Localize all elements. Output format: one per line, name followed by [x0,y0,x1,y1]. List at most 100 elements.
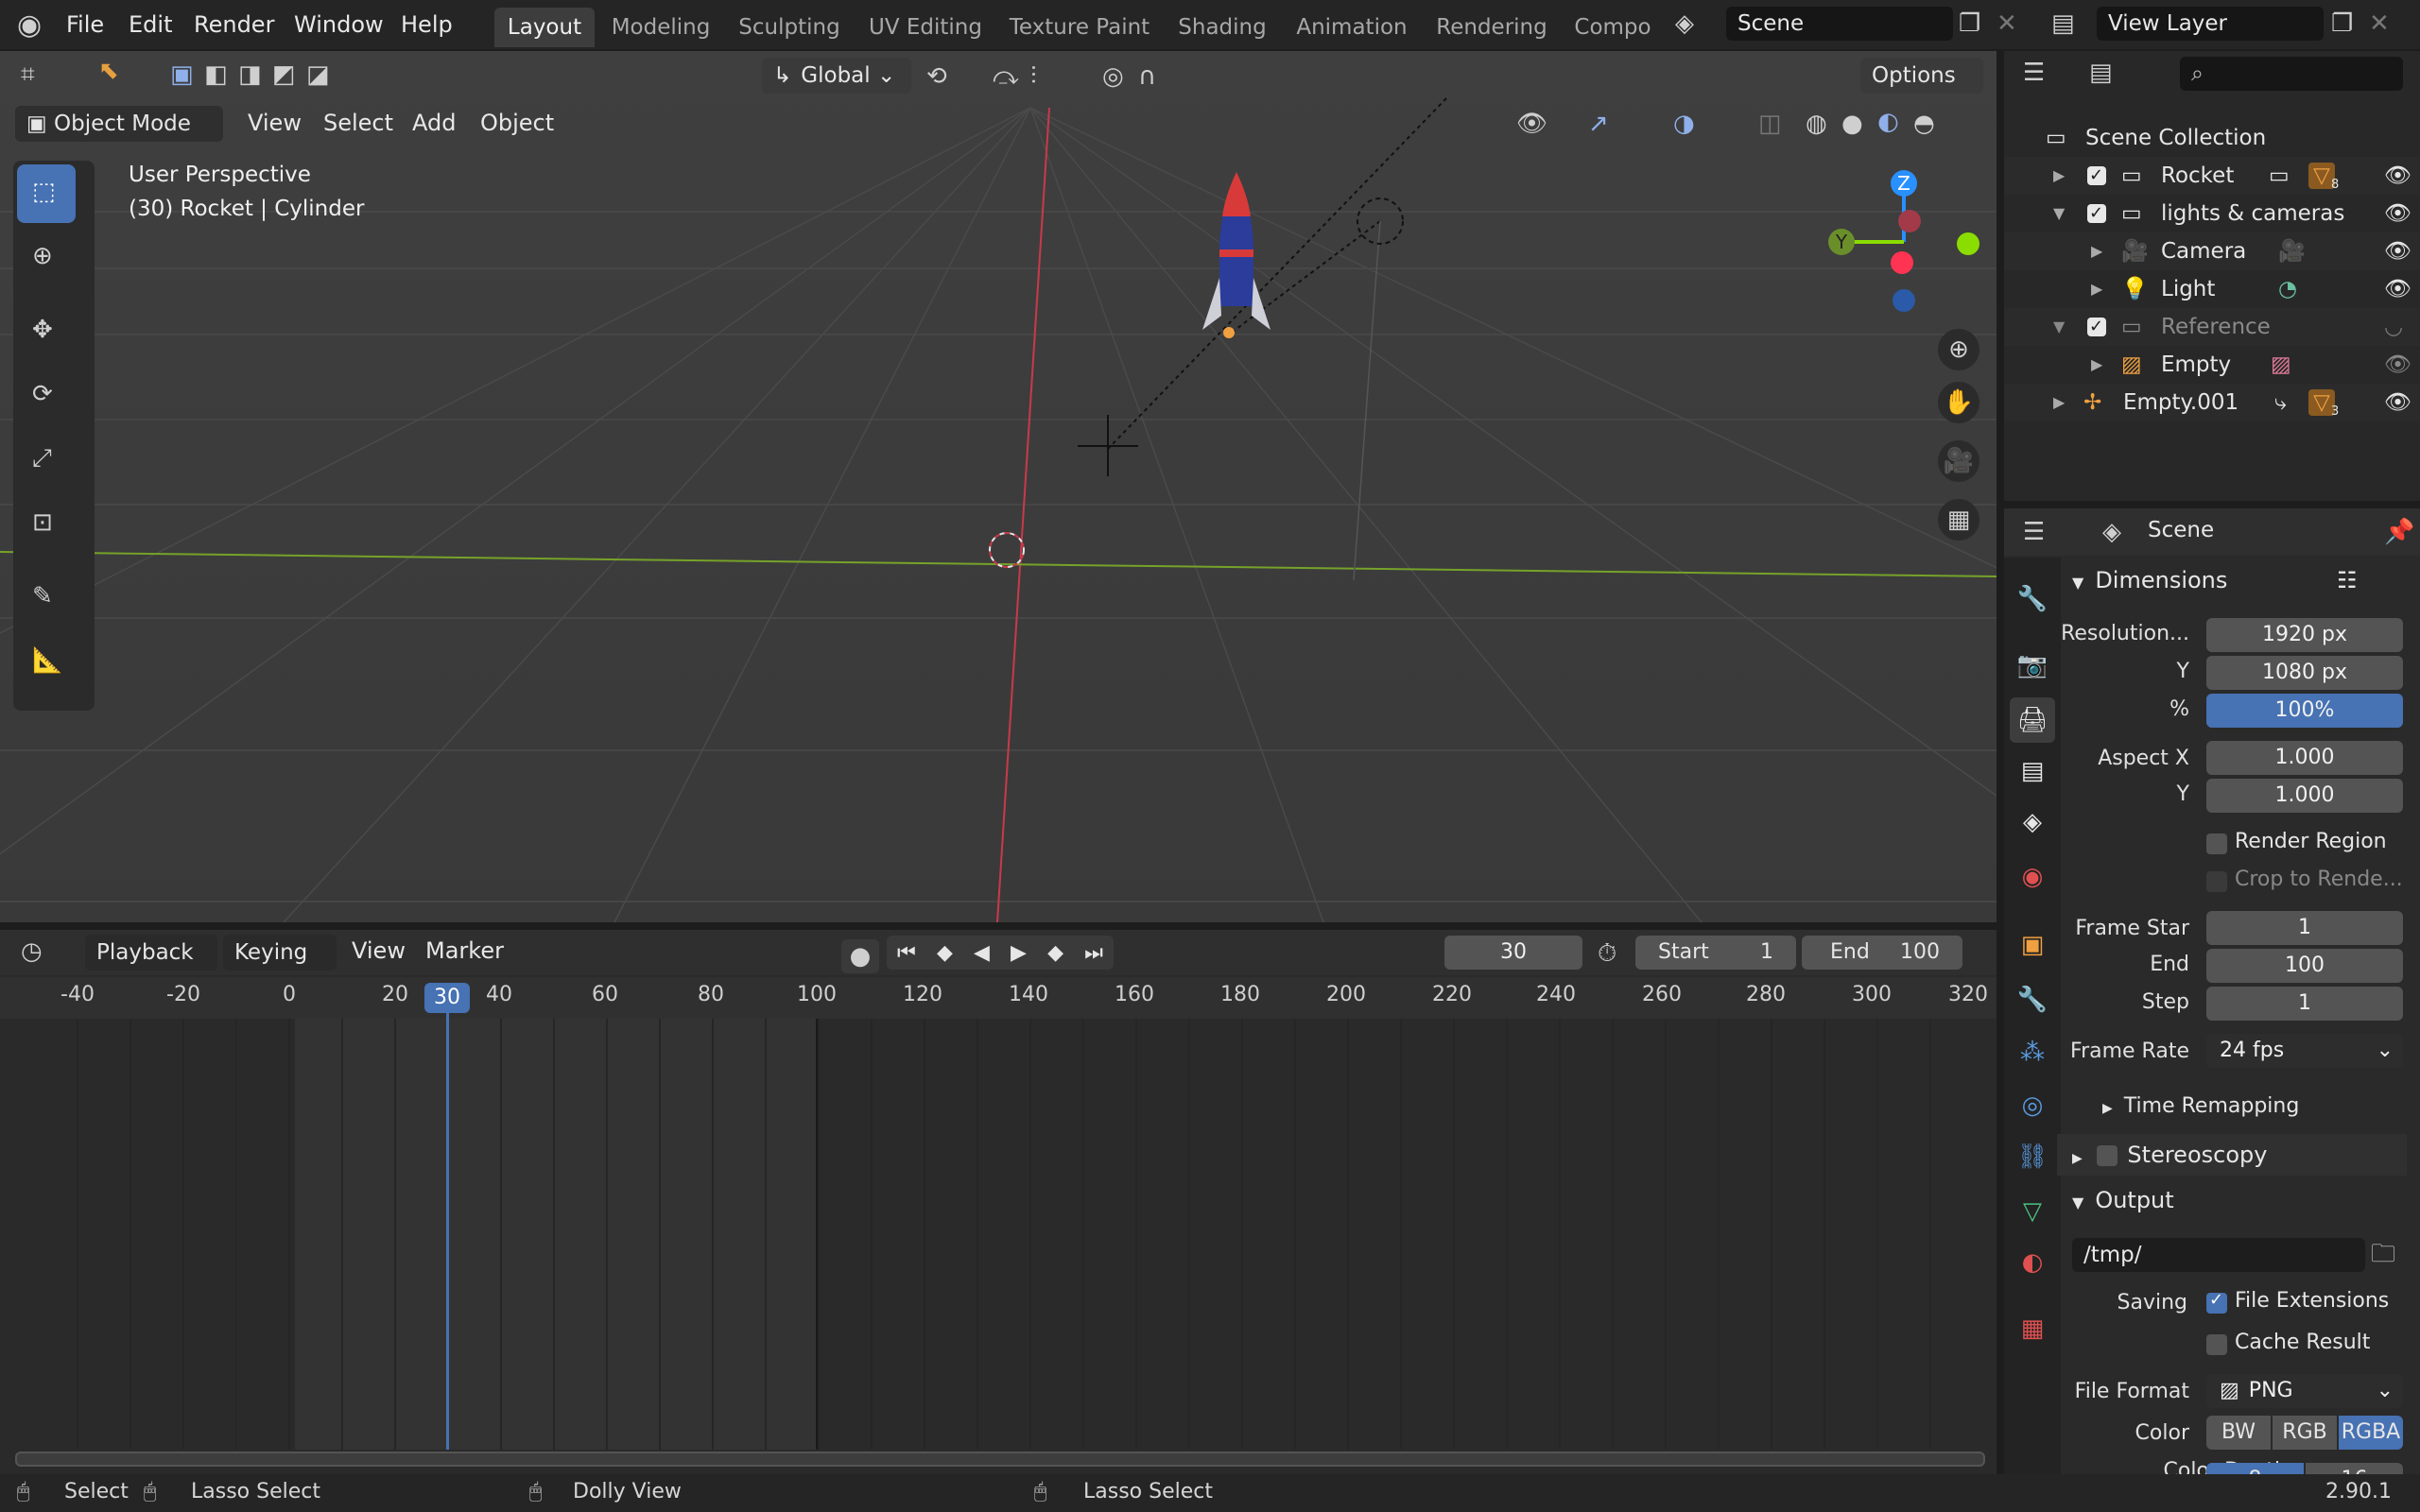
blender-logo-icon[interactable]: ◉ [17,11,42,40]
mode-dropdown[interactable]: ▣ Object Mode ⌄ [15,106,223,172]
collapse-arrow-icon[interactable]: ▼ [2053,195,2065,232]
world-tab-icon[interactable]: ◉ [2010,854,2055,900]
transform-tool[interactable]: ⊡ [17,495,76,554]
end-frame-field[interactable]: End 100 [1802,936,1962,970]
playhead-line[interactable] [446,1013,449,1450]
stereoscopy-panel-header[interactable]: ▶ Stereoscopy [2057,1134,2407,1176]
jump-end-icon[interactable]: ⏭ [1084,941,1103,965]
current-frame-field[interactable]: 30 [1444,936,1582,970]
render-tab-icon[interactable]: 📷 [2010,643,2055,688]
expand-arrow-icon[interactable]: ▶ [2091,346,2102,384]
tab-shading[interactable]: Shading [1167,8,1278,47]
eye-icon[interactable]: 👁 [2384,157,2411,195]
next-keyframe-icon[interactable]: ◆ [1047,941,1063,965]
outliner-editor-type-icon[interactable]: ☰ [2023,60,2045,85]
editor-type-icon[interactable]: ⌗ [21,62,35,87]
solid-shading-icon[interactable]: ● [1841,112,1863,136]
object-tab-icon[interactable]: ▣ [2010,922,2055,968]
view-layer-icon[interactable]: ▤ [2051,11,2075,36]
stereoscopy-checkbox[interactable] [2097,1145,2118,1166]
prev-keyframe-icon[interactable]: ◆ [937,941,953,965]
expand-arrow-icon[interactable]: ▶ [2091,270,2102,308]
color-mode-rgb[interactable]: RGB [2273,1416,2337,1450]
outliner-row-camera[interactable]: ▶ 🎥 Camera 🎥 👁 [2004,232,2420,270]
modifier-tab-icon[interactable]: 🔧 [2010,977,2055,1022]
play-reverse-icon[interactable]: ◀ [974,941,990,965]
viewport-menu-select[interactable]: Select [323,106,393,140]
pin-icon[interactable]: 📌 [2384,520,2414,544]
outliner-row-reference[interactable]: ▼ ▭ Reference ◡ [2004,308,2420,346]
collapse-arrow-icon[interactable]: ▼ [2053,308,2065,346]
select-new-icon[interactable]: ▣ [170,62,194,87]
eye-icon[interactable]: 👁 [2384,346,2411,384]
file-format-dropdown[interactable]: ▨ PNG ⌄ [2206,1374,2403,1408]
aspect-x-field[interactable]: 1.000 [2206,741,2403,775]
ortho-grid-icon[interactable]: ▦ [1938,499,1979,541]
snap-increment-icon[interactable]: ⫶ [1030,64,1037,89]
jump-start-icon[interactable]: ⏮ [897,941,916,965]
presets-icon[interactable]: ☷ [2337,559,2358,601]
timeline-menu-view[interactable]: View [352,934,406,968]
expand-arrow-icon[interactable]: ▶ [2053,384,2065,421]
snap-icon[interactable]: ⤼ [993,64,1019,89]
pivot-point-icon[interactable]: ⟲ [926,64,947,89]
color-depth-16[interactable]: 16 [2306,1463,2403,1474]
new-view-layer-icon[interactable]: ❐ [2331,11,2353,36]
menu-help[interactable]: Help [401,8,453,42]
visibility-filter-icon[interactable]: 👁 [1516,112,1547,136]
playhead-frame-indicator[interactable]: 30 [424,983,470,1013]
zoom-icon[interactable]: ⊕ [1938,329,1979,370]
view-layer-selector[interactable]: View Layer [2097,7,2324,41]
expand-arrow-icon[interactable]: ▶ [2053,157,2065,195]
scene-tab-icon[interactable]: ◈ [2010,799,2055,845]
outliner-row-empty[interactable]: ▶ ▨ Empty ▨ 👁 [2004,346,2420,384]
overlay-toggle-icon[interactable]: ◑ [1673,112,1695,136]
folder-icon[interactable]: 🗀 [2371,1242,2395,1266]
navigation-gizmo[interactable]: Z Y [1821,161,1991,331]
select-tweak-icon[interactable]: ⬉ [98,59,119,83]
eye-icon[interactable]: 👁 [2384,232,2411,270]
lights-cameras-checkbox[interactable] [2087,195,2106,232]
eye-closed-icon[interactable]: ◡ [2384,308,2403,346]
wireframe-shading-icon[interactable]: ◍ [1806,112,1827,136]
scene-selector[interactable]: Scene [1726,7,1953,41]
select-intersect-icon[interactable]: ◪ [306,62,330,87]
color-depth-8[interactable]: 8 [2206,1463,2304,1474]
xray-icon[interactable]: ◫ [1758,112,1782,136]
viewport-menu-view[interactable]: View [248,106,302,140]
output-tab-icon[interactable]: 🖨 [2010,697,2055,743]
keying-menu[interactable]: Keying ⌄ [223,935,337,1001]
outliner-row-rocket[interactable]: ▶ ▭ Rocket ▭ ▽ 8 👁 [2004,157,2420,195]
expand-arrow-icon[interactable]: ▶ [2091,232,2102,270]
outliner-row-lights-cameras[interactable]: ▼ ▭ lights & cameras 👁 [2004,195,2420,232]
frame-step-field[interactable]: 1 [2206,987,2403,1021]
outliner-search[interactable]: ⌕ [2180,57,2403,91]
pan-hand-icon[interactable]: ✋ [1938,382,1979,423]
menu-window[interactable]: Window [294,8,384,42]
reference-checkbox[interactable] [2087,308,2106,346]
outliner-row-empty-001[interactable]: ▶ ✢ Empty.001 ⤷ ▽ 3 👁 [2004,384,2420,421]
tab-texture-paint[interactable]: Texture Paint [1000,8,1159,47]
eye-icon[interactable]: 👁 [2384,384,2411,421]
color-mode-rgba[interactable]: RGBA [2339,1416,2403,1450]
frame-start-field[interactable]: 1 [2206,911,2403,945]
camera-view-icon[interactable]: 🎥 [1938,440,1979,482]
time-remapping-subpanel[interactable]: ▶ Time Remapping [2102,1094,2299,1118]
cache-result-checkbox[interactable] [2206,1334,2227,1355]
view-layer-tab-icon[interactable]: ▤ [2010,748,2055,794]
start-frame-field[interactable]: Start 1 [1635,936,1796,970]
tab-uv-editing[interactable]: UV Editing [858,8,993,47]
tool-tab-icon[interactable]: 🔧 [2010,576,2055,622]
outliner-row-light[interactable]: ▶ 💡 Light ◔ 👁 [2004,270,2420,308]
timeline-scrollbar[interactable] [15,1452,1985,1467]
rendered-shading-icon[interactable]: ◓ [1913,112,1935,136]
particles-tab-icon[interactable]: ⁂ [2010,1030,2055,1075]
resolution-percent-field[interactable]: 100% [2206,694,2403,728]
display-mode-icon[interactable]: ▤ [2089,60,2113,85]
tab-layout[interactable]: Layout [494,8,595,47]
properties-editor-icon[interactable]: ☰ [2023,520,2045,544]
new-scene-icon[interactable]: ❐ [1959,11,1980,36]
resolution-x-field[interactable]: 1920 px [2206,618,2403,652]
viewport-menu-add[interactable]: Add [412,106,456,140]
options-button[interactable]: Options [1860,58,1983,94]
